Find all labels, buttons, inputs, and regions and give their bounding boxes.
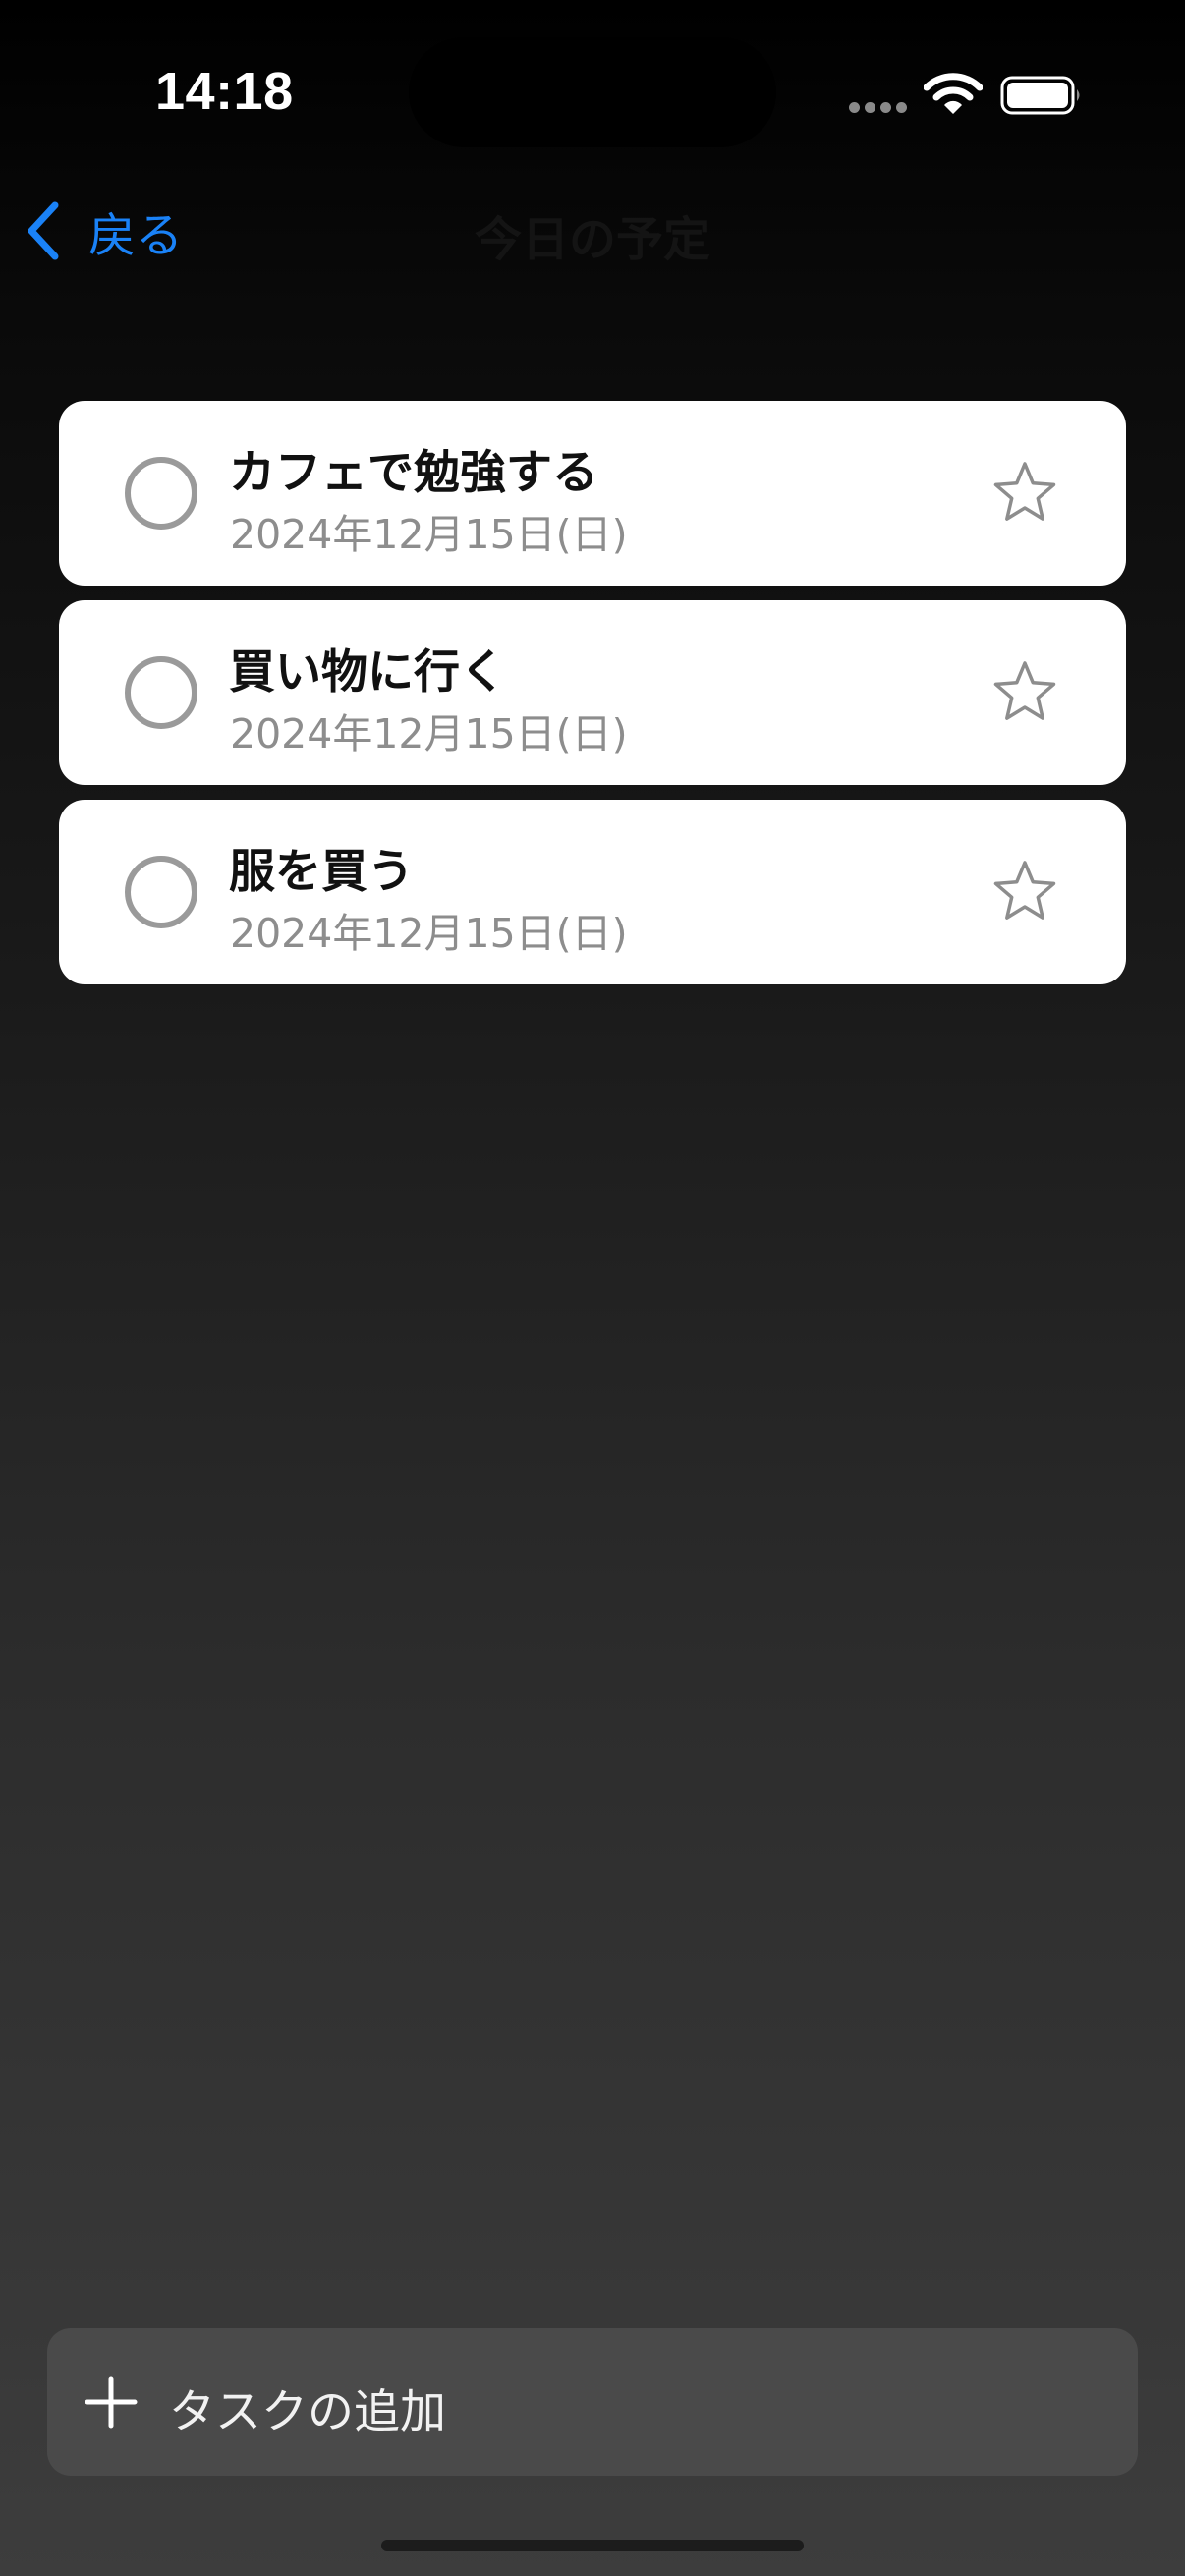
dynamic-island (409, 37, 776, 147)
task-row[interactable]: カフェで勉強する 2024年12月15日(日) (59, 401, 1126, 586)
task-title: 買い物に行く (229, 645, 506, 700)
signal-dots-icon (849, 102, 908, 116)
navigation-bar: 戻る 今日の予定 (0, 187, 1185, 275)
page-title: 今日の予定 (474, 212, 710, 267)
star-icon[interactable] (990, 460, 1059, 529)
complete-checkbox[interactable] (125, 856, 198, 928)
add-task-label: タスクの追加 (169, 2385, 446, 2439)
plus-icon (85, 2376, 138, 2429)
task-date: 2024年12月15日(日) (230, 511, 628, 558)
status-bar: 14:18 (0, 0, 1185, 196)
complete-checkbox[interactable] (125, 457, 198, 530)
task-date: 2024年12月15日(日) (230, 910, 628, 957)
task-row[interactable]: 買い物に行く 2024年12月15日(日) (59, 600, 1126, 785)
star-icon[interactable] (990, 659, 1059, 728)
task-title: カフェで勉強する (229, 446, 598, 500)
task-title: 服を買う (229, 845, 414, 899)
complete-checkbox[interactable] (125, 656, 198, 729)
status-time: 14:18 (155, 62, 294, 121)
task-list: カフェで勉強する 2024年12月15日(日) 買い物に行く 2024年12月1… (59, 401, 1126, 999)
home-indicator[interactable] (381, 2540, 804, 2551)
task-row[interactable]: 服を買う 2024年12月15日(日) (59, 800, 1126, 984)
star-icon[interactable] (990, 859, 1059, 927)
wifi-icon (924, 73, 983, 114)
battery-icon (1000, 76, 1080, 115)
add-task-button[interactable]: タスクの追加 (47, 2328, 1138, 2476)
task-date: 2024年12月15日(日) (230, 710, 628, 757)
